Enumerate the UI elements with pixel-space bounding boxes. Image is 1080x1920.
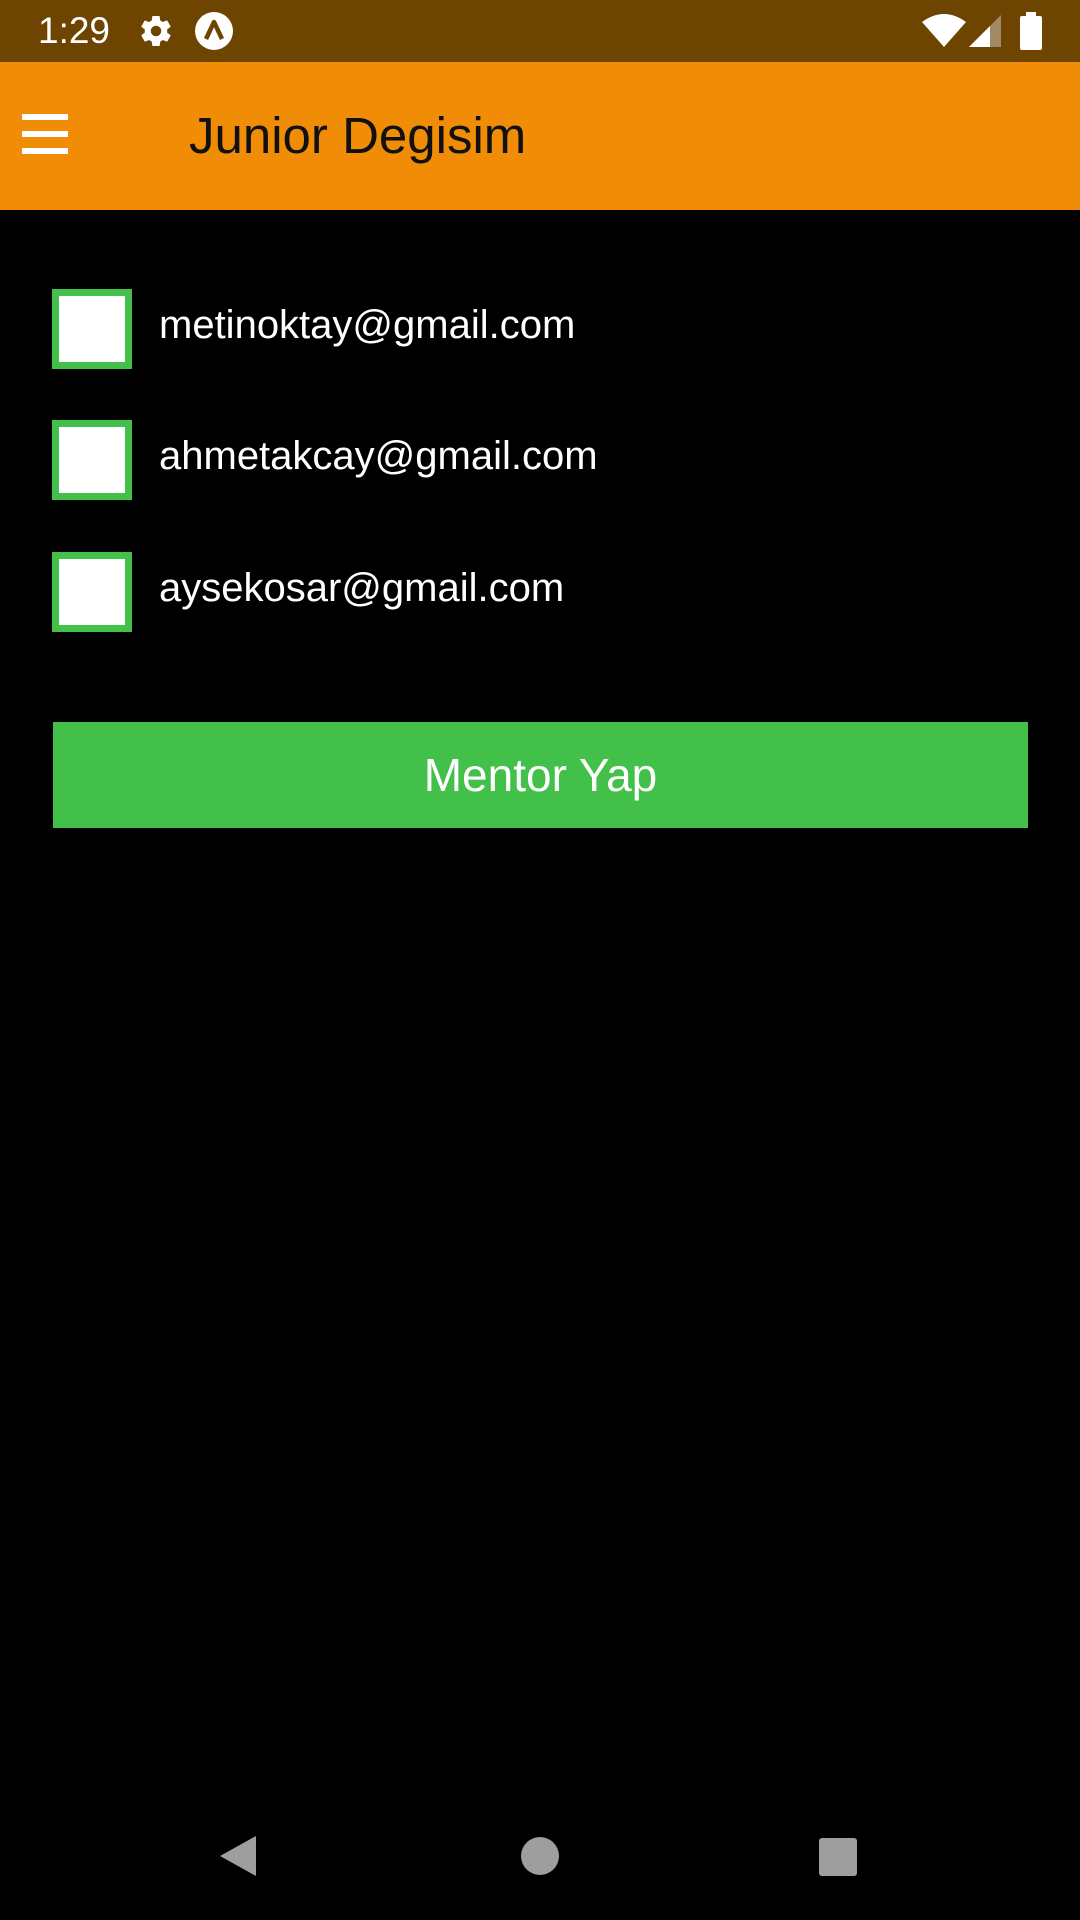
checkbox-row-aysekosar[interactable]: aysekosar@gmail.com: [52, 552, 1012, 632]
gear-icon: [141, 16, 171, 47]
checkbox-row-ahmetakcay[interactable]: ahmetakcay@gmail.com: [52, 420, 1012, 500]
checkbox-label: metinoktay@gmail.com: [159, 303, 576, 347]
checkbox[interactable]: [52, 420, 132, 500]
battery-icon: [1020, 12, 1042, 50]
app-notification-icon: [195, 12, 233, 50]
checkbox-label: aysekosar@gmail.com: [159, 566, 565, 610]
page-title: Junior Degisim: [189, 107, 527, 164]
screen: 1:29 Junior Degisim metinoktay@gmail.com…: [0, 0, 1080, 1920]
checkbox-label: ahmetakcay@gmail.com: [159, 434, 598, 478]
status-bar: 1:29: [0, 0, 1080, 62]
checkbox-row-metinoktay[interactable]: metinoktay@gmail.com: [52, 289, 1012, 369]
mentor-yap-button[interactable]: Mentor Yap: [53, 722, 1028, 828]
home-icon[interactable]: [520, 1836, 560, 1876]
wifi-icon: [922, 14, 966, 47]
signal-icon: [969, 15, 1001, 47]
status-time: 1:29: [38, 10, 111, 51]
recents-icon[interactable]: [818, 1837, 858, 1877]
hamburger-menu-icon[interactable]: [20, 114, 70, 156]
checkbox[interactable]: [52, 289, 132, 369]
checkbox[interactable]: [52, 552, 132, 632]
app-bar: Junior Degisim: [0, 62, 1080, 210]
back-icon[interactable]: [218, 1834, 258, 1878]
